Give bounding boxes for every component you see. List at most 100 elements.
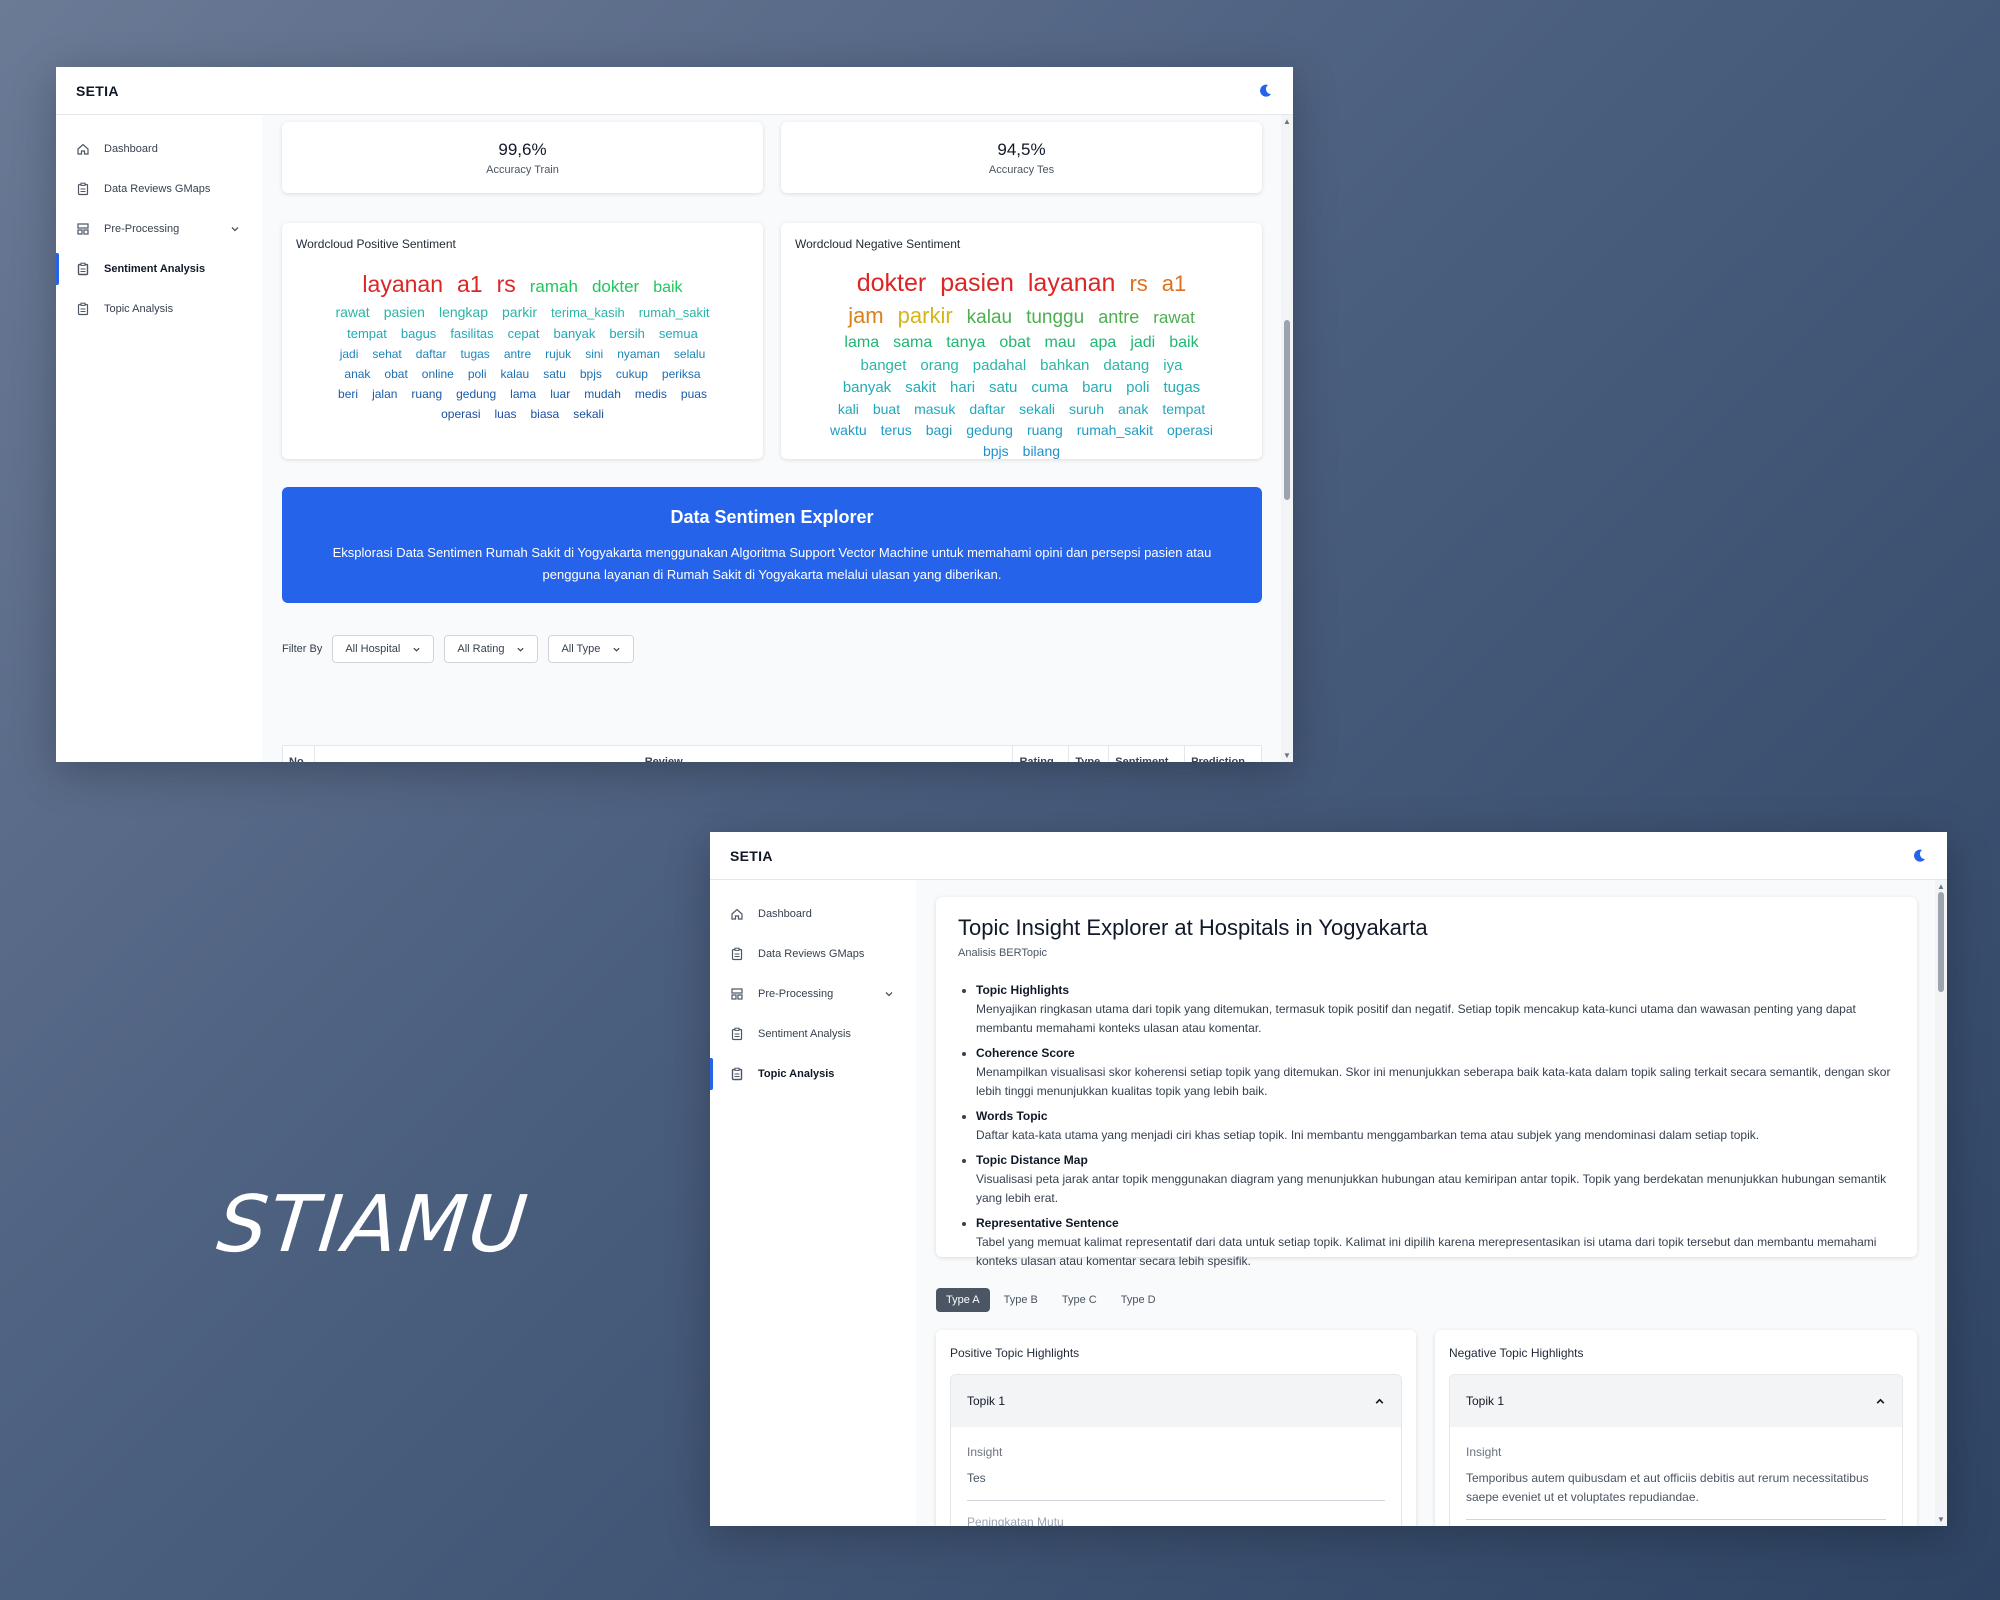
list-item-text: Menyajikan ringkasan utama dari topik ya… xyxy=(976,1002,1856,1035)
sidebar-item-topic-analysis[interactable]: Topic Analysis xyxy=(56,289,262,329)
chevron-down-icon xyxy=(231,227,239,232)
wordcloud-word: lengkap xyxy=(438,304,488,320)
banner-title: Data Sentimen Explorer xyxy=(670,507,874,527)
sidebar-item-pre-processing[interactable]: Pre-Processing xyxy=(56,209,262,249)
sidebar-item-data-reviews[interactable]: Data Reviews GMaps xyxy=(710,934,916,974)
sidebar-item-label: Data Reviews GMaps xyxy=(758,948,865,960)
hospital-select-value: All Hospital xyxy=(345,643,401,655)
sidebar-item-dashboard[interactable]: Dashboard xyxy=(710,894,916,934)
feature-list: Topic Highlights Menyajikan ringkasan uta… xyxy=(976,981,1893,1271)
rating-select[interactable]: All Rating xyxy=(444,635,539,663)
list-item-text: Visualisasi peta jarak antar topik mengg… xyxy=(976,1172,1887,1205)
wordcloud-word: jalan xyxy=(372,387,398,401)
wordcloud-word: terus xyxy=(880,422,912,438)
wordcloud-word: daftar xyxy=(415,347,447,361)
wordcloud-row: waktu terus bagi gedung ruang rumah_sakit oper… xyxy=(781,422,1262,438)
wordcloud-word: online xyxy=(421,367,454,381)
scroll-up-icon[interactable]: ▲ xyxy=(1283,117,1291,126)
wordcloud-word: hari xyxy=(950,379,976,396)
positive-topic-accordion: Topik 1 Insight Tes Peningkatan Mutu xyxy=(950,1374,1402,1526)
sidebar-item-sentiment-analysis[interactable]: Sentiment Analysis xyxy=(710,1014,916,1054)
wordcloud-word: operasi xyxy=(441,407,481,421)
accuracy-train-value: 99,6% xyxy=(498,140,547,159)
top-bar: SETIA xyxy=(710,832,1947,880)
wordcloud-word: pasien xyxy=(940,269,1014,297)
wordcloud-word: tugas xyxy=(460,347,490,361)
negative-highlights-title: Negative Topic Highlights xyxy=(1449,1346,1584,1360)
wordcloud-word: rs xyxy=(1129,271,1148,296)
wordcloud-word: sehat xyxy=(372,347,402,361)
accordion-header[interactable]: Topik 1 xyxy=(1450,1375,1902,1427)
scrollbar[interactable]: ▲ ▼ xyxy=(1281,115,1293,762)
chevron-up-icon[interactable] xyxy=(1875,1396,1886,1407)
scrollbar-thumb[interactable] xyxy=(1938,892,1944,992)
wordcloud-word: semua xyxy=(658,326,698,341)
col-header-no[interactable]: No xyxy=(283,746,315,762)
divider xyxy=(967,1500,1385,1501)
wordcloud-word: luar xyxy=(550,387,571,401)
wordcloud-word: mau xyxy=(1044,334,1076,351)
clipboard-icon xyxy=(77,302,89,316)
wordcloud-word: kali xyxy=(837,401,859,417)
tab-type-c[interactable]: Type C xyxy=(1052,1288,1107,1312)
wordcloud-word: orang xyxy=(920,357,959,374)
sidebar-item-label: Topic Analysis xyxy=(758,1068,835,1080)
scroll-down-icon[interactable]: ▼ xyxy=(1937,1515,1945,1524)
main-content: 99,6% Accuracy Train 94,5% Accuracy Tes … xyxy=(262,115,1293,762)
wordcloud-row: bpjs bilang xyxy=(781,443,1262,459)
wordcloud-word: datang xyxy=(1103,357,1150,374)
wordcloud-word: daftar xyxy=(969,401,1006,417)
hospital-select[interactable]: All Hospital xyxy=(332,635,435,663)
sidebar-item-sentiment-analysis[interactable]: Sentiment Analysis xyxy=(56,249,262,289)
type-select[interactable]: All Type xyxy=(548,635,635,663)
accuracy-test-value: 94,5% xyxy=(997,140,1046,159)
tab-type-b[interactable]: Type B xyxy=(994,1288,1048,1312)
insight-text: Tes xyxy=(967,1471,986,1485)
col-header-type[interactable]: Type xyxy=(1069,746,1110,762)
home-icon xyxy=(731,908,743,920)
list-item-title: Topic Distance Map xyxy=(976,1153,1088,1167)
sidebar-item-dashboard[interactable]: Dashboard xyxy=(56,129,262,169)
dark-mode-icon[interactable] xyxy=(1257,83,1273,99)
wordcloud-negative-title: Wordcloud Negative Sentiment xyxy=(795,237,961,251)
tab-type-d[interactable]: Type D xyxy=(1111,1288,1166,1312)
col-header-rating[interactable]: Rating xyxy=(1013,746,1070,762)
wordcloud-word: rumah_sakit xyxy=(638,305,710,320)
wordcloud-word: tempat xyxy=(1162,401,1206,417)
scroll-down-icon[interactable]: ▼ xyxy=(1283,751,1291,760)
wordcloud-word: bagus xyxy=(400,326,437,341)
wordcloud-word: obat xyxy=(999,334,1031,351)
next-section-label: Peningkatan Mutu xyxy=(967,1515,1064,1526)
wordcloud-word: padahal xyxy=(972,357,1027,374)
chevron-down-icon xyxy=(413,647,420,652)
wordcloud-word: tanya xyxy=(946,334,986,351)
sidebar-item-topic-analysis[interactable]: Topic Analysis xyxy=(710,1054,916,1094)
scrollbar[interactable]: ▲ ▼ xyxy=(1935,880,1947,1526)
scroll-up-icon[interactable]: ▲ xyxy=(1937,882,1945,891)
insight-label: Insight xyxy=(1466,1445,1502,1459)
col-header-review[interactable]: Review xyxy=(315,746,1014,762)
wordcloud-word: baru xyxy=(1082,379,1113,396)
col-header-sentiment[interactable]: Sentiment xyxy=(1109,746,1186,762)
col-header-prediction[interactable]: Prediction xyxy=(1185,746,1261,762)
list-item-text: Daftar kata-kata utama yang menjadi ciri… xyxy=(976,1128,1760,1142)
sidebar-item-data-reviews[interactable]: Data Reviews GMaps xyxy=(56,169,262,209)
chevron-up-icon[interactable] xyxy=(1374,1396,1385,1407)
dark-mode-icon[interactable] xyxy=(1911,848,1927,864)
wordcloud-word: tunggu xyxy=(1026,307,1085,328)
topic-insight-card: Topic Insight Explorer at Hospitals in Y… xyxy=(936,897,1917,1268)
accordion-body: Insight Tes Peningkatan Mutu xyxy=(951,1427,1401,1526)
list-item-title: Coherence Score xyxy=(976,1046,1075,1060)
wordcloud-word: banyak xyxy=(842,379,892,396)
wordcloud-word: sekali xyxy=(1019,401,1055,417)
sidebar-item-pre-processing[interactable]: Pre-Processing xyxy=(710,974,916,1014)
sidebar-item-label: Pre-Processing xyxy=(758,988,834,1000)
banner-description: Eksplorasi Data Sentimen Rumah Sakit di … xyxy=(332,545,1212,582)
scrollbar-thumb[interactable] xyxy=(1284,320,1290,500)
wordcloud-word: fasilitas xyxy=(450,326,494,341)
reviews-table-header: No Review Rating Type Sentiment Predicti… xyxy=(282,745,1262,762)
home-icon xyxy=(77,143,89,155)
wordcloud-word: obat xyxy=(384,367,408,381)
tab-type-a[interactable]: Type A xyxy=(936,1288,990,1312)
accordion-header[interactable]: Topik 1 xyxy=(951,1375,1401,1427)
